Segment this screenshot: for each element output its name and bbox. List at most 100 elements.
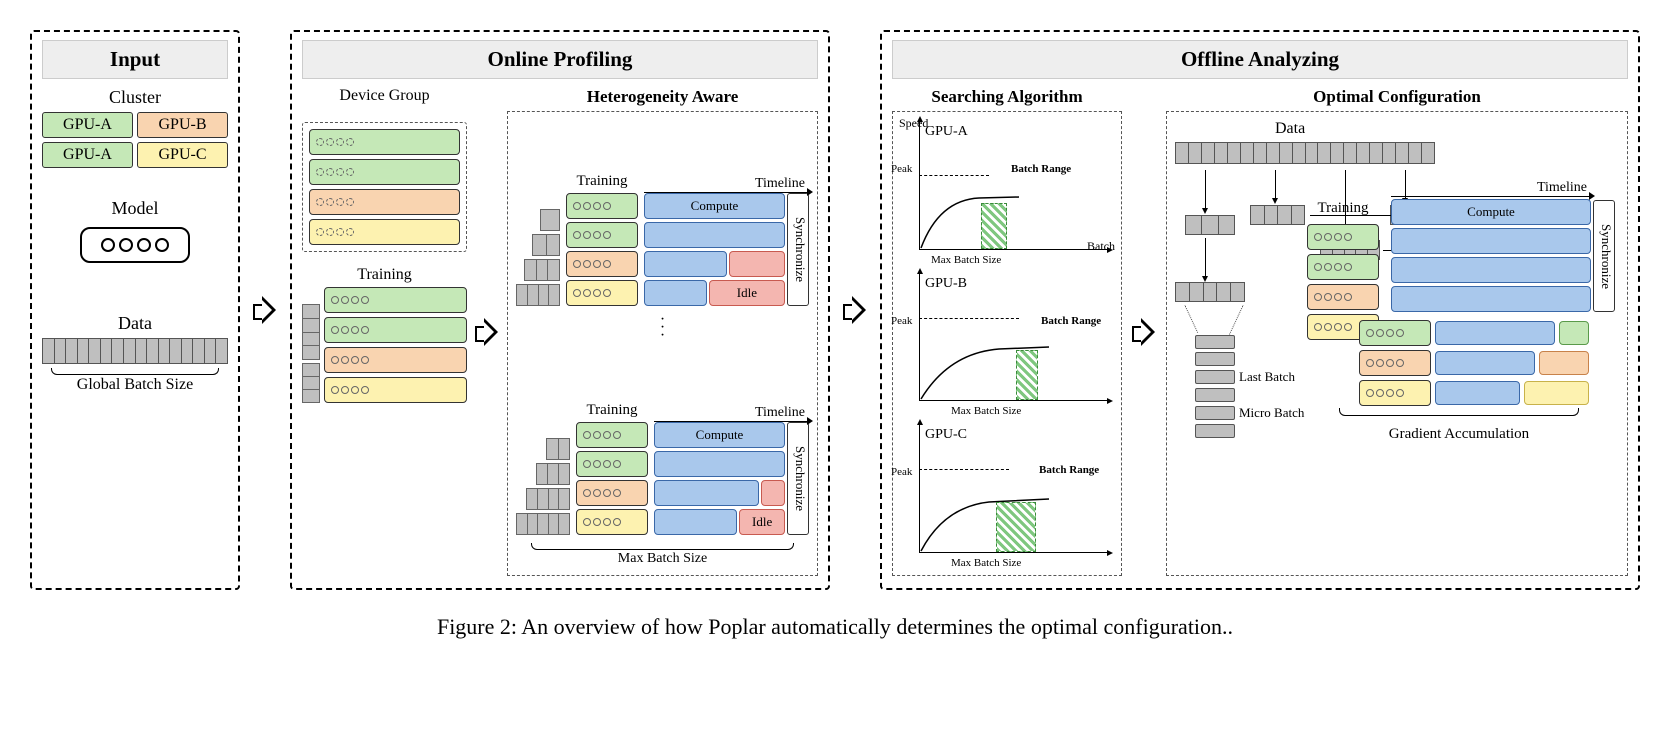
chunk-icon <box>1185 215 1235 235</box>
idle-block <box>729 251 785 277</box>
cluster-label: Cluster <box>42 87 228 108</box>
device-group-label: Device Group <box>302 87 467 105</box>
training-label: Training <box>302 266 467 284</box>
gpu-box-a2: GPU-A <box>42 142 133 168</box>
device-row <box>309 189 460 215</box>
gpu-box-a1: GPU-A <box>42 112 133 138</box>
device-row <box>324 317 467 343</box>
optimal-box: Data <box>1166 111 1628 576</box>
device-row <box>309 159 460 185</box>
accum-block <box>1524 381 1589 405</box>
x-axis-label: Max Batch Size <box>951 405 1021 417</box>
plot-title: GPU-C <box>925 427 967 443</box>
gpu-box-c: GPU-C <box>137 142 228 168</box>
batch-axis-label: Batch <box>1087 239 1115 254</box>
compute-block <box>1435 381 1520 405</box>
x-axis-label: Max Batch Size <box>931 254 1001 266</box>
device-row <box>309 129 460 155</box>
compute-block <box>654 451 785 477</box>
plot-gpu-a: Speed GPU-A Peak Batch Range Max Batch S… <box>901 120 1113 264</box>
opt-timeline-label: Timeline <box>1391 180 1591 197</box>
peak-label: Peak <box>891 315 912 327</box>
device-row <box>566 222 638 248</box>
compute-block <box>1391 257 1591 283</box>
compute-block <box>1435 351 1535 375</box>
heterogeneity-box: Training Timeline Compute <box>507 111 818 576</box>
compute-block <box>1435 321 1555 345</box>
device-row <box>1359 350 1431 376</box>
device-row <box>324 347 467 373</box>
device-row <box>1307 224 1379 250</box>
batch-range-label: Batch Range <box>1041 315 1101 327</box>
device-row <box>576 509 648 535</box>
compute-block <box>1391 228 1591 254</box>
compute-block <box>644 251 727 277</box>
plot-gpu-b: GPU-B Peak Batch Range Max Batch Size <box>901 272 1113 416</box>
training-label-3: Training <box>576 402 648 419</box>
grad-accum-block: Gradient Accumulation <box>1329 320 1589 443</box>
data-label: Data <box>42 313 228 334</box>
search-label: Searching Algorithm <box>892 87 1122 107</box>
peak-label: Peak <box>891 163 912 175</box>
compute-block <box>644 280 707 306</box>
device-row <box>566 251 638 277</box>
chunk-icon <box>1250 205 1305 225</box>
figure-caption: Figure 2: An overview of how Poplar auto… <box>30 614 1640 640</box>
panel-online: Online Profiling Device Group Training <box>290 30 830 590</box>
device-row <box>576 480 648 506</box>
chunk-icon <box>1175 282 1245 302</box>
compute-block: Compute <box>644 193 785 219</box>
device-row <box>309 219 460 245</box>
compute-block <box>654 509 737 535</box>
arrow-1 <box>252 30 278 590</box>
global-batch-label: Global Batch Size <box>42 376 228 394</box>
panel-input: Input Cluster GPU-A GPU-B GPU-A GPU-C Mo… <box>30 30 240 590</box>
device-row <box>566 280 638 306</box>
compute-block: Compute <box>654 422 785 448</box>
compute-block <box>654 480 759 506</box>
device-row <box>1307 254 1379 280</box>
plot-title: GPU-A <box>925 124 968 140</box>
compute-block <box>1391 286 1591 312</box>
panel-input-title: Input <box>42 40 228 79</box>
micro-batch-stack: Last Batch Micro Batch <box>1195 335 1304 438</box>
device-row <box>1359 380 1431 406</box>
training-mini-icon <box>302 287 467 403</box>
model-icon <box>80 227 190 263</box>
opt-sync-label: Synchronize <box>1593 200 1615 312</box>
accum-block <box>1559 321 1589 345</box>
figure-diagram: Input Cluster GPU-A GPU-B GPU-A GPU-C Mo… <box>30 30 1640 590</box>
opt-data-label: Data <box>1275 120 1619 138</box>
batch-range-label: Batch Range <box>1039 464 1099 476</box>
optimal-label: Optimal Configuration <box>1166 87 1628 107</box>
arrow-2 <box>842 30 868 590</box>
idle-block <box>761 480 786 506</box>
idle-block: Idle <box>739 509 785 535</box>
device-group-box <box>302 122 467 252</box>
model-label: Model <box>42 198 228 219</box>
heterogeneity-label: Heterogeneity Aware <box>507 87 818 107</box>
device-row <box>324 287 467 313</box>
timeline-label: Timeline <box>644 176 809 193</box>
panel-offline: Offline Analyzing Searching Algorithm Sp… <box>880 30 1640 590</box>
device-row <box>576 451 648 477</box>
last-batch-label: Last Batch <box>1239 369 1295 385</box>
sync-label-2: Synchronize <box>787 422 809 535</box>
timeline-label-2: Timeline <box>654 405 809 422</box>
device-row <box>1307 284 1379 310</box>
panel-online-title: Online Profiling <box>302 40 818 79</box>
micro-batch-label: Micro Batch <box>1239 405 1304 421</box>
arrow-icon <box>475 318 499 346</box>
opt-training-stack: Training <box>1307 200 1379 340</box>
device-row <box>1359 320 1431 346</box>
accum-block <box>1539 351 1589 375</box>
vertical-dots-icon: ··· <box>516 316 809 340</box>
compute-block <box>644 222 785 248</box>
grad-accum-label: Gradient Accumulation <box>1329 426 1589 443</box>
device-row <box>324 377 467 403</box>
arrow-icon <box>1132 318 1156 346</box>
plot-gpu-c: GPU-C Peak Batch Range Max Batch Size <box>901 423 1113 567</box>
x-axis-label: Max Batch Size <box>951 557 1021 569</box>
panel-offline-title: Offline Analyzing <box>892 40 1628 79</box>
opt-training-label: Training <box>1307 200 1379 217</box>
